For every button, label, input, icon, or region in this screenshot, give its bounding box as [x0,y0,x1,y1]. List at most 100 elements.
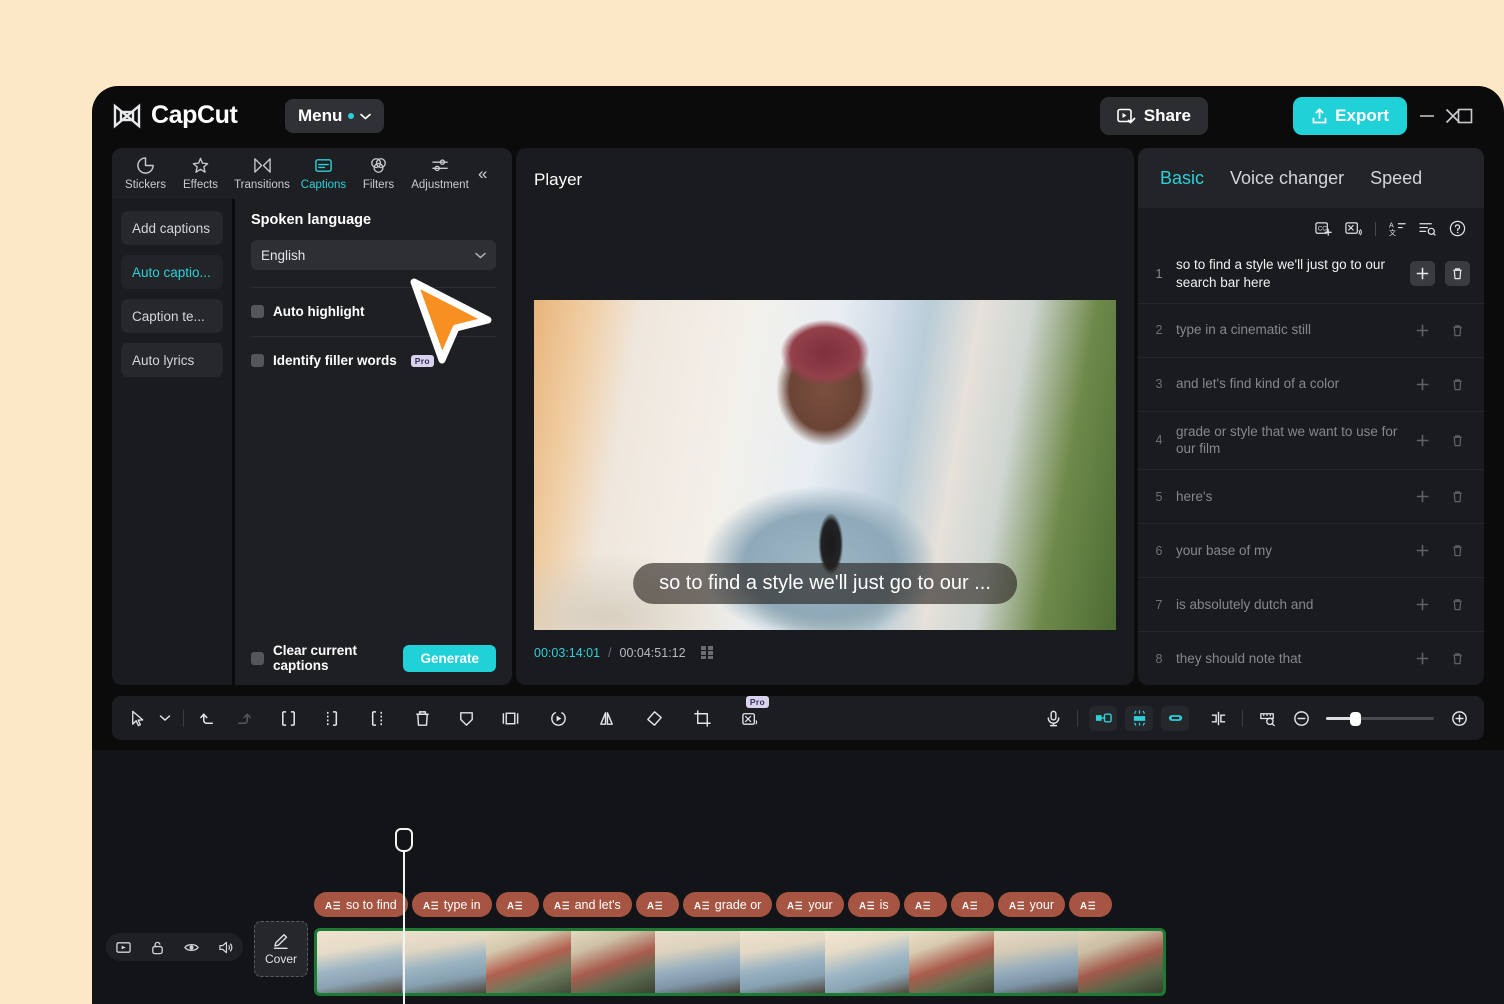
caption-add-button[interactable] [1410,538,1435,563]
trim-left-button[interactable] [315,705,349,731]
microphone-button[interactable] [1036,705,1070,731]
caption-add-button[interactable] [1410,428,1435,453]
mirror-button[interactable] [589,705,623,731]
collapse-panel-icon[interactable]: « [478,164,487,184]
caption-chip[interactable]: A grade or [682,892,773,917]
identify-filler-words-checkbox[interactable]: Identify filler words Pro [251,337,496,368]
split-audio-icon[interactable] [1345,220,1362,237]
caption-chip[interactable]: A your [997,892,1065,917]
caption-chip[interactable]: A and let's [542,892,632,917]
tab-basic[interactable]: Basic [1160,168,1204,189]
caption-row[interactable]: 2 type in a cinematic still [1138,304,1484,358]
tool-tab-filters[interactable]: Filters [351,156,406,191]
caption-chip[interactable]: A [495,892,539,917]
caption-add-button[interactable] [1410,372,1435,397]
caption-row[interactable]: 1 so to find a style we'll just go to ou… [1138,245,1484,304]
close-icon[interactable] [1440,103,1466,129]
fit-timeline-button[interactable] [1250,705,1284,731]
add-caption-icon[interactable]: CC [1315,220,1332,237]
caption-add-button[interactable] [1410,646,1435,671]
caption-delete-button[interactable] [1445,592,1470,617]
playhead[interactable] [395,828,413,1004]
auto-snap-toggle[interactable] [1089,705,1117,731]
caption-text[interactable]: grade or style that we want to use for o… [1176,423,1400,459]
eye-icon[interactable] [184,940,199,955]
caption-row[interactable]: 6 your base of my [1138,524,1484,579]
caption-text[interactable]: your base of my [1176,542,1400,560]
generate-button[interactable]: Generate [403,644,496,672]
tool-tab-transitions[interactable]: Transitions [228,156,296,191]
caption-chip[interactable]: A [950,892,994,917]
caption-add-button[interactable] [1410,318,1435,343]
split-marker-button[interactable] [1201,705,1235,731]
volume-icon[interactable] [218,940,233,955]
video-clip[interactable] [314,928,1166,996]
select-tool-button[interactable] [120,705,154,731]
zoom-out-button[interactable] [1284,705,1318,731]
caption-delete-button[interactable] [1445,261,1470,287]
sidebar-item-auto-lyrics[interactable]: Auto lyrics [121,343,223,377]
zoom-slider-knob[interactable] [1350,711,1361,726]
lock-icon[interactable] [150,940,165,955]
crop-button[interactable] [685,705,719,731]
caption-chip[interactable]: A type in [411,892,492,917]
sidebar-item-add-captions[interactable]: Add captions [121,211,223,245]
caption-delete-button[interactable] [1445,318,1470,343]
preview-icon[interactable] [115,940,131,955]
batch-edit-icon[interactable] [1419,220,1436,237]
speed-button[interactable] [541,705,575,731]
cover-button[interactable]: Cover [254,921,308,977]
help-icon[interactable] [1449,220,1466,237]
tool-tab-stickers[interactable]: Stickers [118,156,173,191]
undo-button[interactable] [191,705,225,731]
sidebar-item-caption-templates[interactable]: Caption te... [121,299,223,333]
caption-delete-button[interactable] [1445,538,1470,563]
link-toggle[interactable] [1161,705,1189,731]
caption-row[interactable]: 5 here's [1138,470,1484,525]
tool-tab-adjustment[interactable]: Adjustment [406,156,474,191]
freeze-frame-button[interactable] [493,705,527,731]
sidebar-item-auto-captions[interactable]: Auto captio... [121,255,223,289]
split-button[interactable] [271,705,305,731]
spoken-language-select[interactable]: English [251,240,496,270]
caption-chip[interactable]: A [903,892,947,917]
caption-row[interactable]: 7 is absolutely dutch and [1138,578,1484,633]
auto-cut-button[interactable]: Pro [733,696,769,731]
menu-button[interactable]: Menu [285,99,385,133]
tool-tab-effects[interactable]: Effects [173,156,228,191]
caption-add-button[interactable] [1410,592,1435,617]
caption-add-button[interactable] [1410,261,1435,287]
tab-speed[interactable]: Speed [1370,168,1422,189]
auto-highlight-checkbox[interactable]: Auto highlight [251,288,496,319]
caption-delete-button[interactable] [1445,484,1470,509]
caption-text[interactable]: so to find a style we'll just go to our … [1176,256,1400,292]
caption-delete-button[interactable] [1445,372,1470,397]
trim-right-button[interactable] [359,705,393,731]
clear-current-captions-checkbox[interactable]: Clear current captions [251,643,403,673]
caption-delete-button[interactable] [1445,428,1470,453]
zoom-slider[interactable] [1326,711,1434,726]
aspect-ratio-icon[interactable] [700,645,722,660]
delete-button[interactable] [405,705,439,731]
caption-chip[interactable]: A [1069,892,1112,917]
caption-chip[interactable]: A is [847,892,900,917]
caption-chip[interactable]: A so to find [314,892,408,917]
rotate-button[interactable] [637,705,671,731]
video-preview[interactable]: so to find a style we'll just go to our … [534,300,1116,630]
translate-icon[interactable]: A 文 [1389,220,1406,237]
caption-chip[interactable]: A your [776,892,844,917]
share-button[interactable]: Share [1099,97,1208,135]
playhead-handle[interactable] [395,828,413,852]
tool-dropdown-button[interactable] [154,705,176,731]
tool-tab-captions[interactable]: Captions [296,156,351,191]
caption-delete-button[interactable] [1445,646,1470,671]
caption-text[interactable]: is absolutely dutch and [1176,596,1400,614]
mask-button[interactable] [449,705,483,731]
magnetic-toggle[interactable] [1125,705,1153,731]
caption-add-button[interactable] [1410,484,1435,509]
zoom-in-button[interactable] [1442,705,1476,731]
caption-chip[interactable]: A [635,892,679,917]
caption-text[interactable]: and let's find kind of a color [1176,375,1400,393]
caption-row[interactable]: 3 and let's find kind of a color [1138,358,1484,412]
caption-row[interactable]: 8 they should note that [1138,632,1484,685]
